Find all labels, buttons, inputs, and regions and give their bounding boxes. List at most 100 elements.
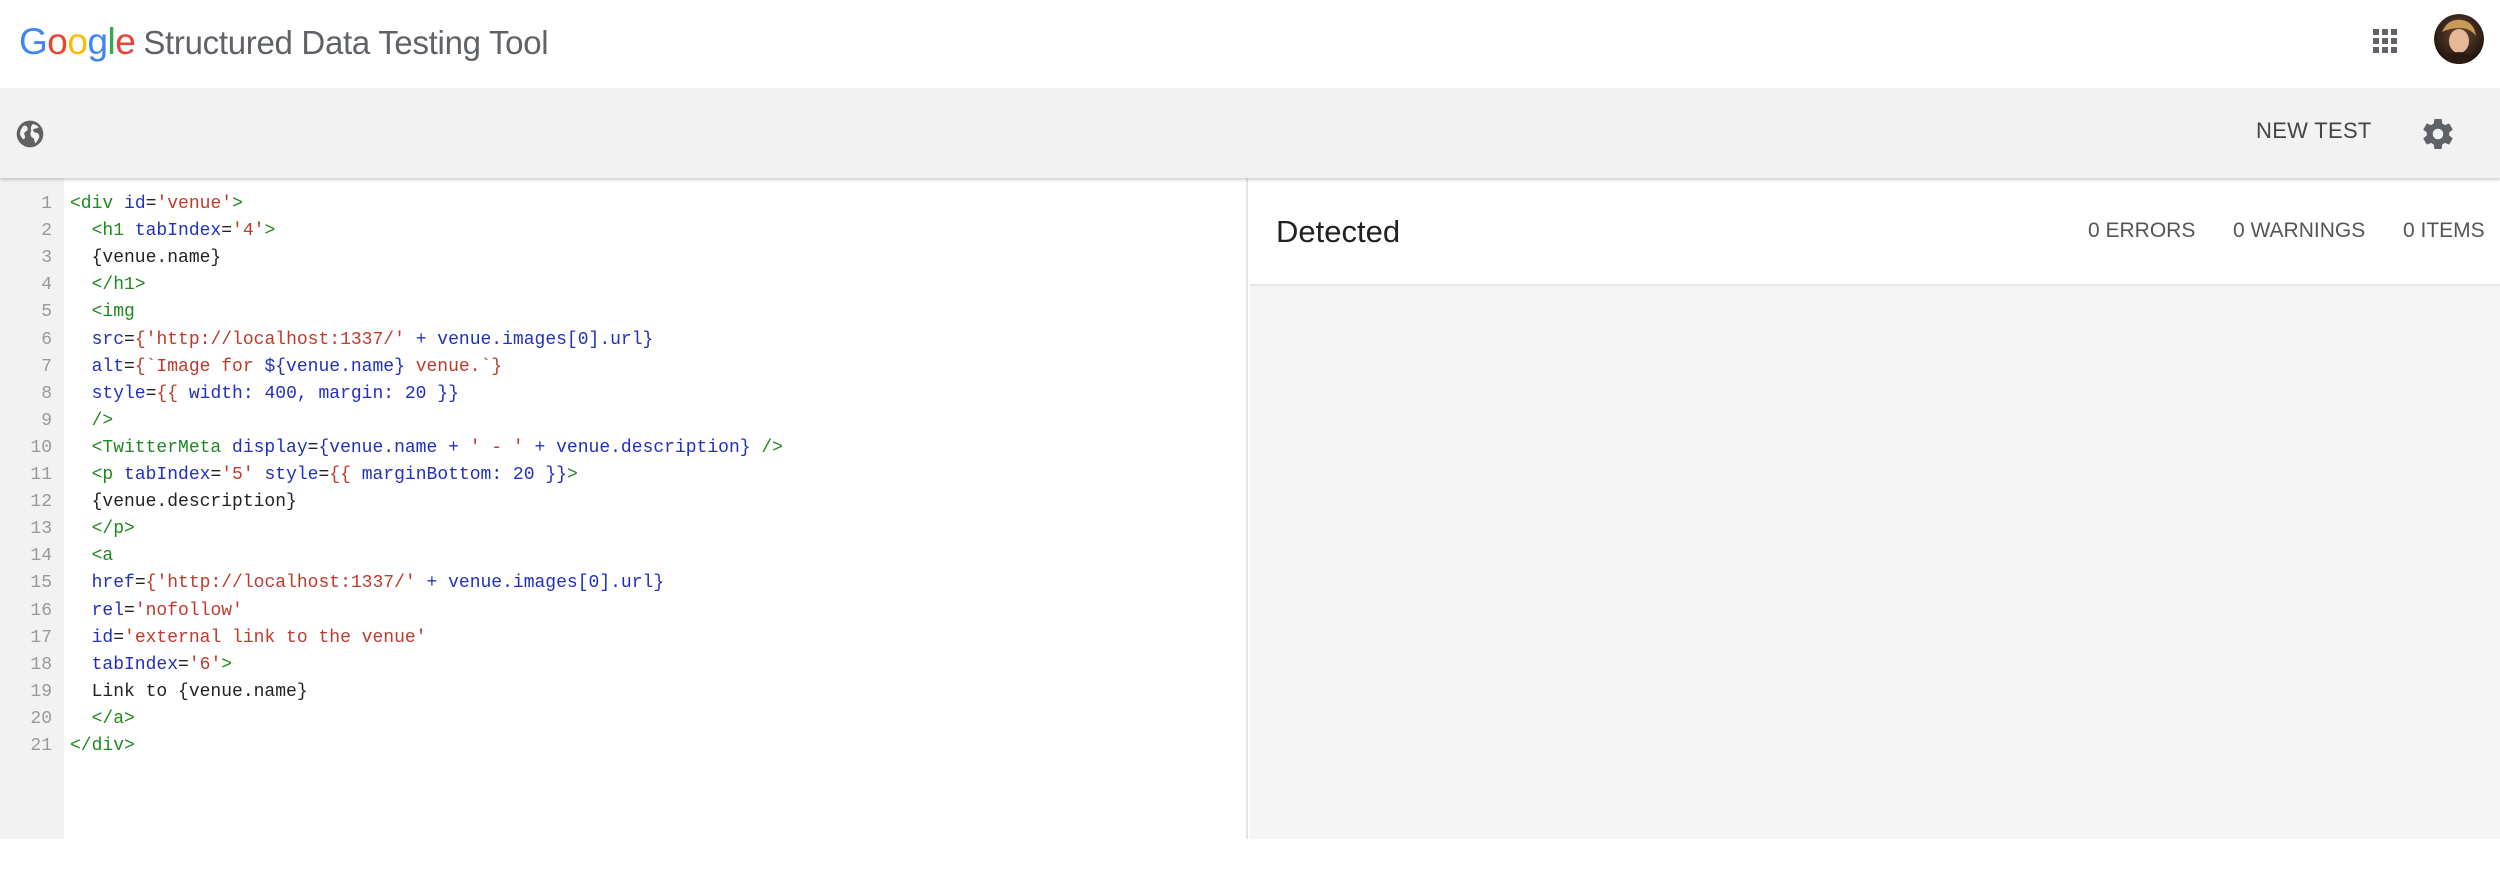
code-token: style bbox=[264, 465, 319, 485]
code-token: 'external link to the venue' bbox=[124, 627, 427, 648]
line-number: 9 bbox=[41, 410, 52, 431]
code-text: id='external link to the venue' bbox=[70, 625, 427, 652]
code-line[interactable]: 7 alt={`Image for ${venue.name} venue.`} bbox=[0, 354, 1240, 381]
results-header: Detected 0 ERRORS 0 WARNINGS 0 ITEMS bbox=[1250, 178, 2500, 286]
code-text: href={'http://localhost:1337/' + venue.i… bbox=[70, 570, 665, 597]
toolbar: NEW TEST bbox=[0, 88, 2500, 178]
code-token: = bbox=[210, 465, 222, 485]
logo-letter-g2: g bbox=[87, 21, 108, 62]
line-number: 14 bbox=[30, 546, 52, 567]
google-logo[interactable]: Google Structured Data Testing Tool bbox=[19, 20, 549, 65]
line-number: 10 bbox=[30, 437, 52, 458]
line-number: 4 bbox=[41, 275, 52, 296]
errors-count[interactable]: 0 ERRORS bbox=[2088, 219, 2195, 243]
top-header: Google Structured Data Testing Tool bbox=[0, 0, 2500, 88]
warnings-count[interactable]: 0 WARNINGS bbox=[2233, 219, 2365, 243]
code-line[interactable]: 9 /> bbox=[0, 408, 1240, 435]
line-number: 3 bbox=[41, 248, 52, 269]
code-token: rel bbox=[70, 600, 125, 621]
code-token: tabIndex bbox=[70, 654, 179, 675]
code-token: { bbox=[134, 329, 146, 350]
code-line[interactable]: 14 <a bbox=[0, 543, 1240, 570]
logo-letter-o2: o bbox=[67, 21, 88, 62]
results-pane: Detected 0 ERRORS 0 WARNINGS 0 ITEMS bbox=[1250, 178, 2500, 839]
code-text: rel='nofollow' bbox=[70, 598, 243, 625]
code-line[interactable]: 11 <p tabIndex='5' style={{ marginBottom… bbox=[0, 462, 1240, 489]
apps-grid-icon[interactable] bbox=[2370, 26, 2400, 56]
line-number: 20 bbox=[30, 708, 52, 729]
code-token: <p bbox=[70, 465, 125, 485]
code-text: tabIndex='6'> bbox=[70, 652, 232, 679]
code-line[interactable]: 13 </p> bbox=[0, 516, 1240, 543]
code-line[interactable]: 17 id='external link to the venue' bbox=[0, 625, 1240, 652]
code-text: </p> bbox=[70, 516, 135, 543]
code-text: <h1 tabIndex='4'> bbox=[70, 218, 276, 245]
results-body bbox=[1250, 286, 2500, 839]
line-number: 1 bbox=[41, 194, 52, 214]
code-token: = bbox=[124, 329, 135, 350]
code-text: /> bbox=[70, 408, 114, 435]
logo-letter-e: e bbox=[115, 21, 136, 62]
code-token: width: 400, margin: 20 }} bbox=[178, 383, 459, 404]
code-editor[interactable]: 1 <div id='venue'> 2 <h1 tabIndex='4'> 3 {v… bbox=[0, 178, 1248, 839]
gear-icon[interactable] bbox=[2420, 116, 2456, 152]
code-token: = bbox=[134, 573, 146, 594]
code-line[interactable]: 10 <TwitterMeta display={venue.name + ' … bbox=[0, 435, 1240, 462]
code-line[interactable]: 3 {venue.name} bbox=[0, 245, 1240, 272]
code-token: > bbox=[566, 465, 578, 485]
code-text: {venue.description} bbox=[70, 489, 297, 516]
detected-title: Detected bbox=[1276, 214, 1401, 249]
line-number: 8 bbox=[41, 383, 52, 404]
code-line[interactable]: 1 <div id='venue'> bbox=[0, 191, 1240, 218]
code-token: </a> bbox=[70, 708, 135, 729]
code-token: {venue.description} bbox=[70, 492, 297, 513]
code-token: '6' bbox=[188, 654, 222, 675]
code-token: tabIndex bbox=[134, 221, 222, 242]
code-text: </a> bbox=[70, 706, 135, 733]
line-number: 15 bbox=[30, 573, 52, 594]
code-line[interactable]: 6 src={'http://localhost:1337/' + venue.… bbox=[0, 327, 1240, 354]
new-test-button[interactable]: NEW TEST bbox=[2256, 118, 2372, 144]
code-line[interactable]: 15 href={'http://localhost:1337/' + venu… bbox=[0, 570, 1240, 597]
code-text: {venue.name} bbox=[70, 245, 222, 272]
code-text: alt={`Image for ${venue.name} venue.`} bbox=[70, 354, 503, 381]
code-token: alt bbox=[70, 356, 125, 377]
items-count[interactable]: 0 ITEMS bbox=[2403, 219, 2485, 243]
code-token: {venue.name} bbox=[70, 248, 222, 269]
code-line[interactable]: 5 <img bbox=[0, 299, 1240, 326]
line-number: 18 bbox=[30, 654, 52, 675]
line-number: 17 bbox=[30, 627, 52, 648]
code-line[interactable]: 18 tabIndex='6'> bbox=[0, 652, 1240, 679]
code-line[interactable]: 16 rel='nofollow' bbox=[0, 598, 1240, 625]
code-line[interactable]: 20 </a> bbox=[0, 706, 1240, 733]
code-line[interactable]: 12 {venue.description} bbox=[0, 489, 1240, 516]
code-line[interactable]: 4 </h1> bbox=[0, 272, 1240, 299]
code-token: </h1> bbox=[70, 275, 146, 296]
code-line[interactable]: 19 Link to {venue.name} bbox=[0, 679, 1240, 706]
code-token: venue.`} bbox=[404, 356, 503, 377]
globe-icon[interactable] bbox=[14, 118, 46, 150]
code-token: {{ bbox=[156, 383, 179, 404]
code-token: '4' bbox=[232, 221, 265, 242]
code-token: + venue.images[0].url} bbox=[404, 329, 654, 350]
code-token: = bbox=[318, 465, 330, 485]
code-token: = bbox=[124, 356, 135, 377]
code-token: <TwitterMeta bbox=[70, 437, 233, 458]
code-token: {{ bbox=[329, 465, 351, 485]
code-token: <a bbox=[70, 546, 114, 567]
line-number: 2 bbox=[41, 221, 52, 242]
code-token: {`Image for bbox=[134, 356, 265, 377]
code-token: </p> bbox=[70, 519, 135, 540]
user-avatar[interactable] bbox=[2434, 14, 2484, 64]
code-text: src={'http://localhost:1337/' + venue.im… bbox=[70, 327, 654, 354]
code-text: </h1> bbox=[70, 272, 146, 299]
code-line[interactable]: 8 style={{ width: 400, margin: 20 }} bbox=[0, 381, 1240, 408]
line-number: 21 bbox=[30, 736, 52, 756]
code-line[interactable]: 2 <h1 tabIndex='4'> bbox=[0, 218, 1240, 245]
code-token: = bbox=[307, 437, 319, 458]
code-line[interactable]: 21 </div> bbox=[0, 733, 1240, 760]
code-text: <p tabIndex='5' style={{ marginBottom: 2… bbox=[70, 462, 578, 489]
code-token: = bbox=[124, 600, 135, 621]
code-token: '5' bbox=[221, 465, 265, 485]
code-token: 'http://localhost:1337/' bbox=[145, 329, 405, 350]
